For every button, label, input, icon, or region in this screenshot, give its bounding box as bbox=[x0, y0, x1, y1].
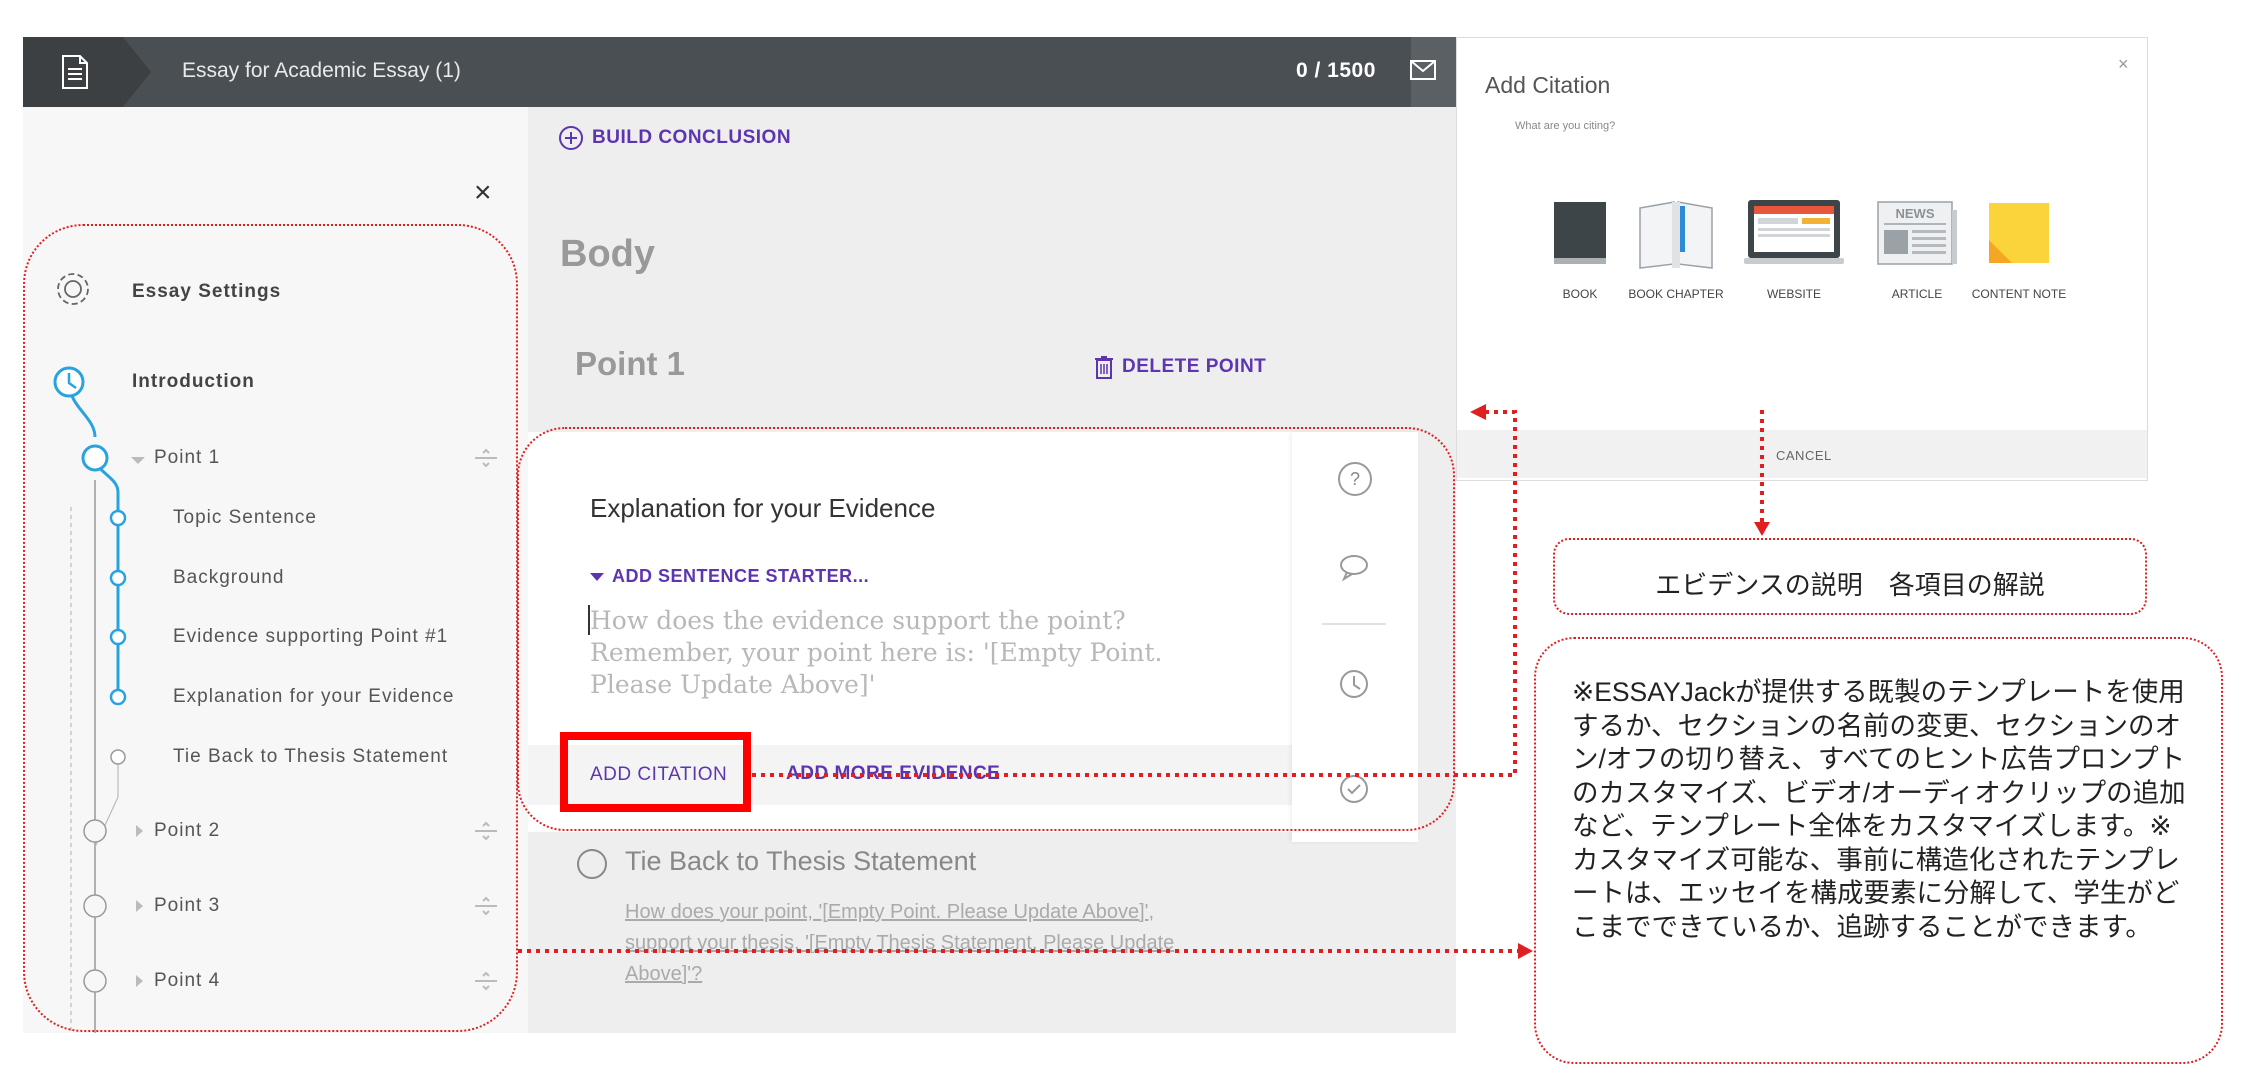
explanation-note-text: エビデンスの説明 各項目の解説 bbox=[1655, 570, 2045, 600]
template-note-text: ※ESSAYJackが提供する既製のテンプレートを使用するか、セクションの名前の… bbox=[1572, 677, 2186, 942]
